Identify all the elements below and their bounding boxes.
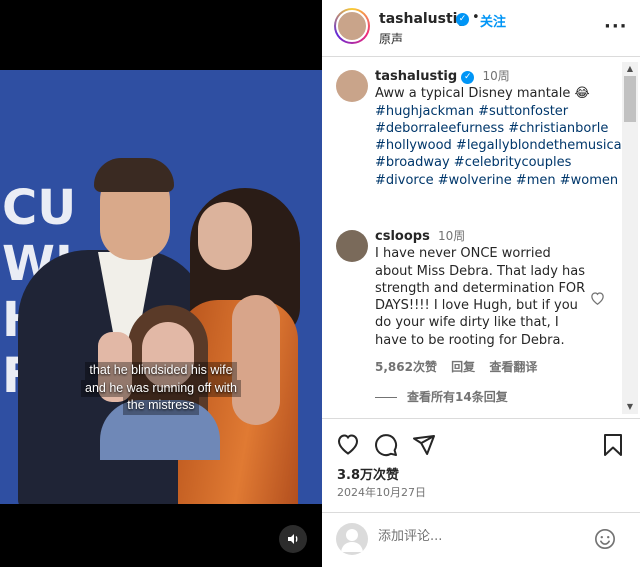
speaker-icon <box>288 534 298 544</box>
comment-time: 10周 <box>437 229 466 243</box>
separator-dot: • <box>472 10 480 25</box>
audio-label[interactable]: 原声 <box>379 30 403 47</box>
comment-bubble-icon <box>375 434 398 457</box>
replies-divider <box>375 397 397 398</box>
post-header: tashalustig ✓ • 关注 原声 ··· <box>322 0 640 57</box>
comments-list[interactable]: tashalustig ✓ 10周 Aww a typical Disney m… <box>322 58 640 416</box>
like-button[interactable] <box>336 433 360 459</box>
video-subtitle: that he blindsided his wife and he was r… <box>0 362 322 415</box>
follow-button[interactable]: 关注 <box>480 11 506 30</box>
commenter-username[interactable]: csloops <box>375 229 430 244</box>
emoji-smiley-icon <box>595 529 615 549</box>
subtitle-line: and he was running off with <box>81 379 241 397</box>
mute-toggle-button[interactable] <box>279 525 307 553</box>
comment-meta: 5,862次赞 回复 查看翻译 <box>375 358 547 375</box>
comment-text: I have never ONCE worried about Miss Deb… <box>375 246 586 348</box>
author-username[interactable]: tashalustig <box>379 11 468 27</box>
caption-hashtags[interactable]: #hughjackman #suttonfoster #deborraleefu… <box>375 104 625 188</box>
user-silhouette-icon <box>341 529 363 552</box>
heart-icon <box>337 434 359 455</box>
post-date: 2024年10月27日 <box>337 486 426 499</box>
save-button[interactable] <box>602 433 624 461</box>
share-button[interactable] <box>412 433 436 461</box>
current-user-avatar <box>336 523 368 555</box>
verified-badge-icon: ✓ <box>461 71 475 84</box>
view-replies-button[interactable]: 查看所有14条回复 <box>375 388 508 405</box>
caption-username[interactable]: tashalustig <box>375 69 457 84</box>
caption-time: 10周 <box>482 69 510 83</box>
post-panel: tashalustig ✓ • 关注 原声 ··· tashalustig ✓ … <box>322 0 640 567</box>
bookmark-icon <box>604 434 622 456</box>
caption-text: Aww a typical Disney mantale 😂 <box>375 86 590 102</box>
subtitle-line: that he blindsided his wife <box>85 362 237 380</box>
send-icon <box>413 435 435 455</box>
woman-face <box>198 202 252 270</box>
verified-badge-icon: ✓ <box>456 13 469 26</box>
comments-scrollbar[interactable]: ▲ ▼ <box>622 62 638 414</box>
author-avatar[interactable] <box>334 8 370 44</box>
heart-icon <box>591 292 604 306</box>
reply-button[interactable]: 回复 <box>451 360 475 374</box>
video-player[interactable]: CU WI HI F that he blindsided his wife a… <box>0 0 322 567</box>
comment-likes[interactable]: 5,862次赞 <box>375 360 437 374</box>
scroll-down-arrow-icon[interactable]: ▼ <box>622 400 638 414</box>
more-options-button[interactable]: ··· <box>604 16 628 37</box>
man-hair <box>94 158 174 192</box>
comment-item: csloops 10周 I have never ONCE worried ab… <box>375 228 590 349</box>
translate-button[interactable]: 查看翻译 <box>489 360 537 374</box>
comment-input[interactable] <box>378 529 578 544</box>
view-replies-label: 查看所有14条回复 <box>407 390 508 404</box>
commenter-avatar[interactable] <box>336 230 368 262</box>
scroll-thumb[interactable] <box>624 76 636 122</box>
caption-author-avatar[interactable] <box>336 70 368 102</box>
post-actions: 3.8万次赞 2024年10月27日 <box>322 418 640 520</box>
scroll-up-arrow-icon[interactable]: ▲ <box>622 62 638 76</box>
comment-like-button[interactable] <box>590 290 605 309</box>
add-comment-bar <box>322 512 640 567</box>
subtitle-line: the mistress <box>123 397 199 415</box>
post-caption: tashalustig ✓ 10周 Aww a typical Disney m… <box>375 68 630 189</box>
comment-button[interactable] <box>374 433 398 461</box>
video-frame: CU WI HI F <box>0 70 322 504</box>
emoji-button[interactable] <box>594 528 616 554</box>
like-count[interactable]: 3.8万次赞 <box>337 464 399 483</box>
